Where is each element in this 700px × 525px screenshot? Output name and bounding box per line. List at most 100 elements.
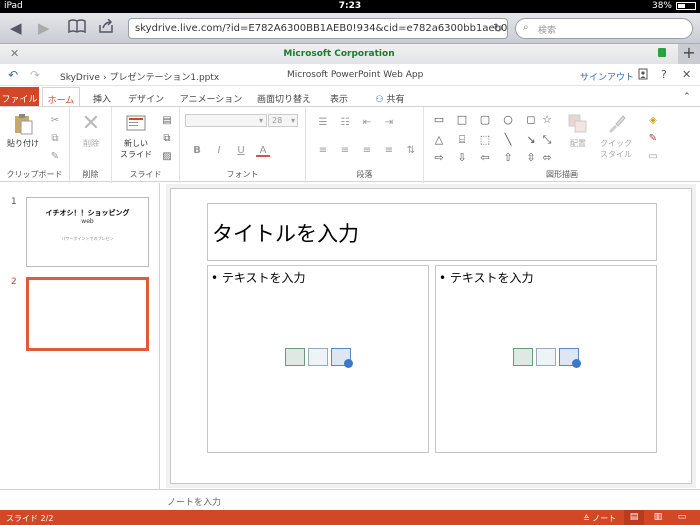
font-name-select[interactable]: ▾ (185, 114, 267, 127)
insert-online-picture-icon[interactable] (559, 348, 581, 368)
slide-thumbnail-2[interactable] (26, 277, 149, 351)
arrange-button[interactable]: 配置 (564, 113, 592, 149)
close-icon[interactable]: ✕ (682, 68, 691, 81)
tab-design[interactable]: デザイン (124, 87, 168, 106)
callout-shape-icon[interactable]: ◻ (524, 113, 538, 127)
reading-view-icon[interactable]: ▥ (648, 510, 668, 525)
right-content-placeholder[interactable]: • テキストを入力 (435, 265, 657, 453)
ios-status-bar: iPad 7:23 38% (0, 0, 700, 13)
triangle-shape-icon[interactable]: △ (432, 133, 446, 147)
cylinder-shape-icon[interactable]: ⌸ (455, 133, 469, 147)
slide-thumbnail-1[interactable]: イチオシ！！ショッピング web パワーポイントでのプレゼン (26, 197, 149, 267)
sign-out-link[interactable]: サインアウト (580, 70, 634, 83)
new-slide-button[interactable]: 新しい スライド (116, 113, 156, 160)
delete-button[interactable]: ✕ 削除 (76, 113, 106, 149)
notes-toggle-button[interactable]: ≙ ノート (583, 513, 616, 524)
breadcrumb-skydrive[interactable]: SkyDrive (60, 73, 100, 83)
reload-icon[interactable]: ↻ (493, 21, 503, 35)
increase-indent-icon[interactable]: ⇥ (382, 117, 396, 129)
insert-smartart-icon[interactable] (513, 348, 533, 366)
tab-title: Microsoft Corporation (283, 49, 395, 59)
numbering-icon[interactable]: ☷ (338, 117, 352, 129)
tab-view[interactable]: 表示 (324, 87, 354, 106)
tab-animation[interactable]: アニメーション (178, 87, 244, 106)
justify-icon[interactable]: ≡ (382, 145, 396, 157)
slide-canvas[interactable]: タイトルを入力 • テキストを入力 • テキストを入力 (170, 188, 692, 484)
copy-icon[interactable]: ⧉ (48, 133, 62, 145)
shape-fill-icon[interactable]: ◈ (646, 115, 660, 127)
forward-arrow-icon[interactable]: ▶ (38, 19, 50, 37)
font-color-button[interactable]: A (256, 145, 270, 157)
back-arrow-icon[interactable]: ◀ (10, 19, 22, 37)
underline-button[interactable]: U (234, 145, 248, 157)
bookmarks-book-icon[interactable] (68, 19, 86, 37)
align-right-icon[interactable]: ≡ (360, 145, 374, 157)
star-shape-icon[interactable]: ☆ (540, 113, 554, 127)
font-size-select[interactable]: 28 ▾ (268, 114, 298, 127)
search-input[interactable]: ⌕ 検索 (515, 18, 693, 39)
slideshow-view-icon[interactable]: ▭ (672, 510, 692, 525)
up-down-arrow-shape-icon[interactable]: ⇳ (524, 151, 538, 165)
align-left-icon[interactable]: ≡ (316, 145, 330, 157)
double-arrow-line-shape-icon[interactable]: ⤡ (540, 133, 554, 147)
drawing-group-label: 図形描画 (546, 170, 578, 179)
rounded-rect-shape-icon[interactable]: ▢ (478, 113, 492, 127)
format-painter-icon[interactable]: ✎ (48, 151, 62, 163)
redo-icon[interactable]: ↷ (30, 68, 40, 82)
delete-x-icon: ✕ (81, 111, 101, 136)
align-center-icon[interactable]: ≡ (338, 145, 352, 157)
decrease-indent-icon[interactable]: ⇤ (360, 117, 374, 129)
clipboard-group-label: クリップボード (6, 170, 63, 179)
layout-icon[interactable]: ▤ (160, 115, 174, 127)
arrow-line-shape-icon[interactable]: ↘ (524, 133, 538, 147)
new-tab-plus-icon[interactable]: + (678, 44, 700, 64)
notes-pane[interactable]: ノートを入力 (0, 489, 700, 510)
left-content-text: • テキストを入力 (211, 271, 306, 285)
up-arrow-shape-icon[interactable]: ⇧ (501, 151, 515, 165)
italic-button[interactable]: I (212, 145, 226, 157)
down-arrow-shape-icon[interactable]: ⇩ (455, 151, 469, 165)
browser-tab[interactable]: ✕ Microsoft Corporation (0, 44, 678, 64)
paste-button[interactable]: 貼り付け (4, 113, 42, 149)
hide-slide-icon[interactable]: ▨ (160, 151, 174, 163)
oval-shape-icon[interactable]: ○ (501, 113, 515, 127)
left-right-arrow-shape-icon[interactable]: ⬄ (540, 151, 554, 165)
insert-picture-icon[interactable] (308, 348, 328, 366)
textbox-shape-icon[interactable]: ▭ (432, 113, 446, 127)
collapse-ribbon-icon[interactable]: ⌃ (680, 87, 694, 106)
tab-insert[interactable]: 挿入 (86, 87, 118, 106)
bold-button[interactable]: B (190, 145, 204, 157)
help-icon[interactable]: ? (661, 68, 667, 81)
cut-scissors-icon[interactable]: ✂ (48, 115, 62, 127)
insert-online-picture-icon[interactable] (331, 348, 353, 368)
insert-picture-icon[interactable] (536, 348, 556, 366)
office-header: ↶ ↷ SkyDrive › プレゼンテーション1.pptx Microsoft P… (0, 64, 700, 86)
shape-outline-icon[interactable]: ✎ (646, 133, 660, 145)
left-arrow-shape-icon[interactable]: ⇦ (478, 151, 492, 165)
line-shape-icon[interactable]: ╲ (501, 133, 515, 147)
user-account-icon[interactable] (638, 68, 648, 83)
undo-icon[interactable]: ↶ (8, 68, 18, 82)
tab-home[interactable]: ホーム (42, 87, 80, 106)
rectangle-shape-icon[interactable]: □ (455, 113, 469, 127)
text-direction-icon[interactable]: ⇅ (404, 145, 418, 157)
slide-count: スライド 2/2 (6, 514, 54, 523)
quick-style-button[interactable]: クイック スタイル (596, 113, 636, 160)
title-placeholder[interactable]: タイトルを入力 (207, 203, 657, 261)
left-content-placeholder[interactable]: • テキストを入力 (207, 265, 429, 453)
tab-file[interactable]: ファイル (0, 87, 39, 106)
bullets-icon[interactable]: ☰ (316, 117, 330, 129)
right-arrow-shape-icon[interactable]: ⇨ (432, 151, 446, 165)
search-placeholder: 検索 (538, 26, 557, 36)
tab-transition[interactable]: 画面切り替え (254, 87, 314, 106)
battery-indicator: 38% (652, 1, 696, 11)
shape-effects-icon[interactable]: ▭ (646, 151, 660, 163)
duplicate-slide-icon[interactable]: ⧉ (160, 133, 174, 145)
cube-shape-icon[interactable]: ⬚ (478, 133, 492, 147)
slide-number-2: 2 (11, 277, 17, 287)
normal-view-icon[interactable]: ▤ (624, 510, 644, 525)
address-bar[interactable]: skydrive.live.com/?id=E782A6300BB1AEB0!9… (128, 18, 508, 39)
insert-smartart-icon[interactable] (285, 348, 305, 366)
share-action-icon[interactable] (98, 18, 114, 37)
tab-share[interactable]: ⚇ 共有 (372, 87, 408, 106)
